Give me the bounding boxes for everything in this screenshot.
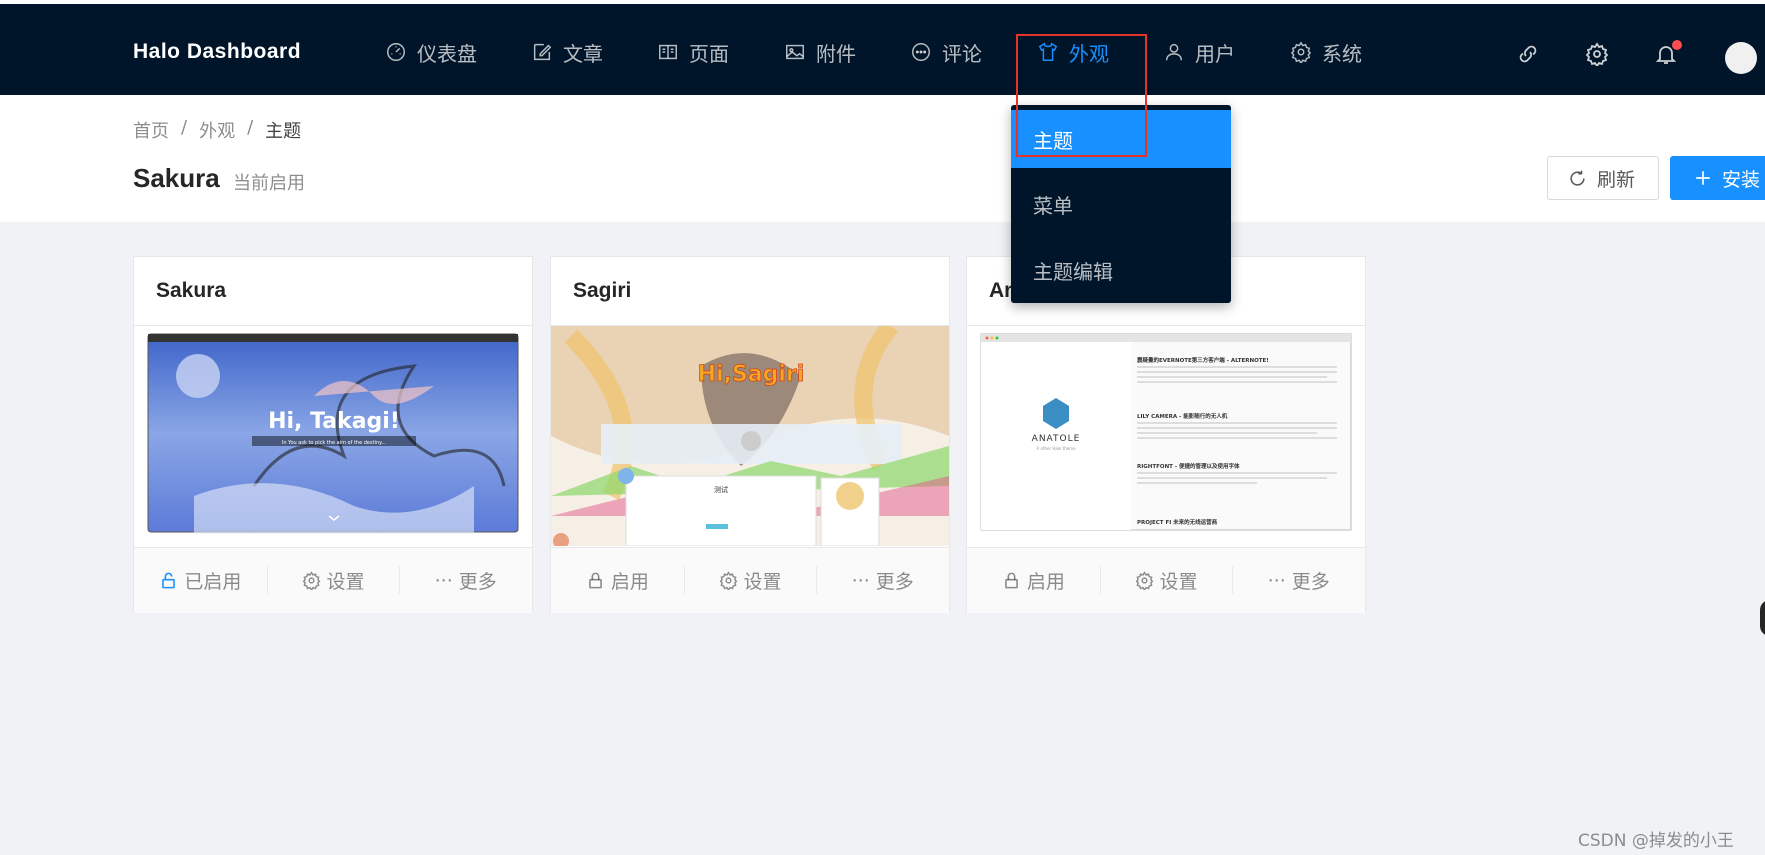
settings-button[interactable]: 设置 xyxy=(1099,548,1233,613)
message-icon xyxy=(912,43,930,61)
page-title: Sakura xyxy=(133,163,220,193)
page-subtitle: 当前启用 xyxy=(233,173,305,194)
ellipsis-icon: ··· xyxy=(434,569,453,592)
setting-icon xyxy=(302,571,320,590)
enable-label: 启用 xyxy=(610,571,649,593)
nav-item-system[interactable]: 系统 xyxy=(1290,32,1362,72)
preview-title: ANATOLE xyxy=(1032,434,1081,444)
theme-card-sakura: Sakura Hi, Takagi! In You ask to pick th… xyxy=(133,256,533,613)
theme-name: Sakura xyxy=(156,279,227,302)
theme-card-actions: 已启用 设置 ··· 更多 xyxy=(134,547,532,613)
preview-title: Hi, Takagi! xyxy=(268,409,400,434)
lock-icon xyxy=(588,572,602,589)
preview-tagline: 测试 xyxy=(714,485,728,494)
setting-icon xyxy=(1135,571,1153,590)
more-button[interactable]: ··· 更多 xyxy=(1232,548,1365,613)
watermark: CSDN @掉发的小王 xyxy=(1578,831,1734,851)
breadcrumb-separator: / xyxy=(247,117,254,138)
refresh-button[interactable]: 刷新 xyxy=(1547,156,1659,200)
nav-item-comments[interactable]: 评论 xyxy=(910,32,982,72)
theme-preview-image[interactable]: ANATOLE A other Halo theme 震疑量的EVERNOTE第… xyxy=(967,326,1365,546)
link-icon[interactable] xyxy=(1516,42,1540,66)
nav-label: 评论 xyxy=(942,41,982,66)
theme-name: Sagiri xyxy=(573,279,632,302)
preview-post-title: LILY CAMERA - 能影随行的无人机 xyxy=(1137,412,1228,420)
dashboard-icon xyxy=(387,43,405,61)
install-label: 安装 xyxy=(1722,168,1761,191)
ellipsis-icon: ··· xyxy=(1267,569,1286,592)
dropdown-item-menus[interactable]: 菜单 xyxy=(1011,175,1231,233)
gear-icon[interactable] xyxy=(1585,42,1609,66)
nav-label: 文章 xyxy=(563,41,603,66)
enable-button[interactable]: 启用 xyxy=(551,548,684,613)
settings-button[interactable]: 设置 xyxy=(266,548,400,613)
nav-label: 系统 xyxy=(1322,41,1362,66)
theme-card-actions: 启用 设置 ··· 更多 xyxy=(551,547,949,613)
breadcrumb-current: 主题 xyxy=(265,121,302,142)
avatar[interactable] xyxy=(1725,42,1757,74)
preview-post-title: 震疑量的EVERNOTE第三方客户端 - ALTERNOTE! xyxy=(1136,356,1269,364)
dropdown-item-theme-editor[interactable]: 主题编辑 xyxy=(1011,241,1231,299)
settings-label: 设置 xyxy=(1159,571,1198,593)
more-button[interactable]: ··· 更多 xyxy=(399,548,532,613)
nav-item-posts[interactable]: 文章 xyxy=(531,32,603,72)
nav-item-appearance[interactable]: 外观 xyxy=(1037,32,1109,72)
brand-logo[interactable]: Halo Dashboard xyxy=(133,40,301,64)
breadcrumb-appearance[interactable]: 外观 xyxy=(199,117,235,143)
theme-preview-image[interactable]: Hi,Sagiri 测试 xyxy=(551,326,949,546)
skin-icon xyxy=(1038,42,1058,61)
nav-label: 仪表盘 xyxy=(417,41,477,66)
lock-icon xyxy=(1004,572,1018,589)
breadcrumb: 首页 / 外观 / 主题 xyxy=(133,117,301,143)
nav-label: 外观 xyxy=(1069,41,1109,66)
top-navigation-bar: Halo Dashboard 仪表盘 文章 页面 附件 评论 外观 用户 系统 xyxy=(0,0,1765,95)
setting-icon xyxy=(1290,41,1312,63)
nav-item-attachments[interactable]: 附件 xyxy=(784,32,856,72)
enable-button[interactable]: 启用 xyxy=(967,548,1100,613)
user-icon xyxy=(1165,43,1183,61)
plus-icon xyxy=(1696,171,1710,185)
preview-post-title: PROJECT FI 未来的无线运营商 xyxy=(1137,518,1218,526)
nav-label: 页面 xyxy=(689,41,729,66)
settings-button[interactable]: 设置 xyxy=(683,548,817,613)
enable-label: 启用 xyxy=(1026,571,1065,593)
nav-item-pages[interactable]: 页面 xyxy=(657,32,729,72)
edit-icon xyxy=(533,43,552,61)
theme-card-anatole: Anatole ANATOLE A other Halo theme 震疑量的E… xyxy=(966,256,1366,613)
theme-preview-image[interactable]: Hi, Takagi! In You ask to pick the aim o… xyxy=(134,326,532,546)
notification-badge xyxy=(1672,40,1682,50)
more-label: 更多 xyxy=(458,571,497,593)
install-button[interactable]: 安装 xyxy=(1670,156,1765,200)
more-label: 更多 xyxy=(875,571,914,593)
settings-label: 设置 xyxy=(326,571,365,593)
reload-icon xyxy=(1570,170,1585,186)
setting-icon xyxy=(719,571,737,590)
breadcrumb-separator: / xyxy=(181,117,188,138)
refresh-label: 刷新 xyxy=(1597,168,1636,191)
preview-tagline: A other Halo theme xyxy=(1036,446,1076,451)
nav-label: 附件 xyxy=(816,41,856,66)
more-label: 更多 xyxy=(1291,571,1330,593)
ellipsis-icon: ··· xyxy=(851,569,870,592)
breadcrumb-home[interactable]: 首页 xyxy=(133,117,169,143)
nav-label: 用户 xyxy=(1195,41,1235,66)
more-button[interactable]: ··· 更多 xyxy=(816,548,949,613)
theme-card-sagiri: Sagiri Hi,Sagiri 测试 启用 设置 ··· 更多 xyxy=(550,256,950,613)
settings-label: 设置 xyxy=(743,571,782,593)
dropdown-item-themes[interactable]: 主题 xyxy=(1011,110,1231,168)
theme-card-actions: 启用 设置 ··· 更多 xyxy=(967,547,1365,613)
preview-post-title: RIGHTFONT - 便捷的管理以及使用字体 xyxy=(1137,462,1240,470)
unlock-icon xyxy=(162,572,176,589)
nav-item-users[interactable]: 用户 xyxy=(1163,32,1235,72)
floating-handle[interactable] xyxy=(1760,600,1765,636)
page-header: 首页 / 外观 / 主题 Sakura 当前启用 xyxy=(0,95,1765,222)
nav-item-dashboard[interactable]: 仪表盘 xyxy=(385,32,477,72)
book-icon xyxy=(659,44,677,60)
enable-button[interactable]: 已启用 xyxy=(134,548,267,613)
preview-tagline: In You ask to pick the aim of the destin… xyxy=(282,440,387,446)
enable-label: 已启用 xyxy=(184,571,242,593)
appearance-dropdown-menu: 主题 菜单 主题编辑 xyxy=(1011,105,1231,303)
picture-icon xyxy=(786,44,804,60)
preview-title: Hi,Sagiri xyxy=(698,362,805,387)
